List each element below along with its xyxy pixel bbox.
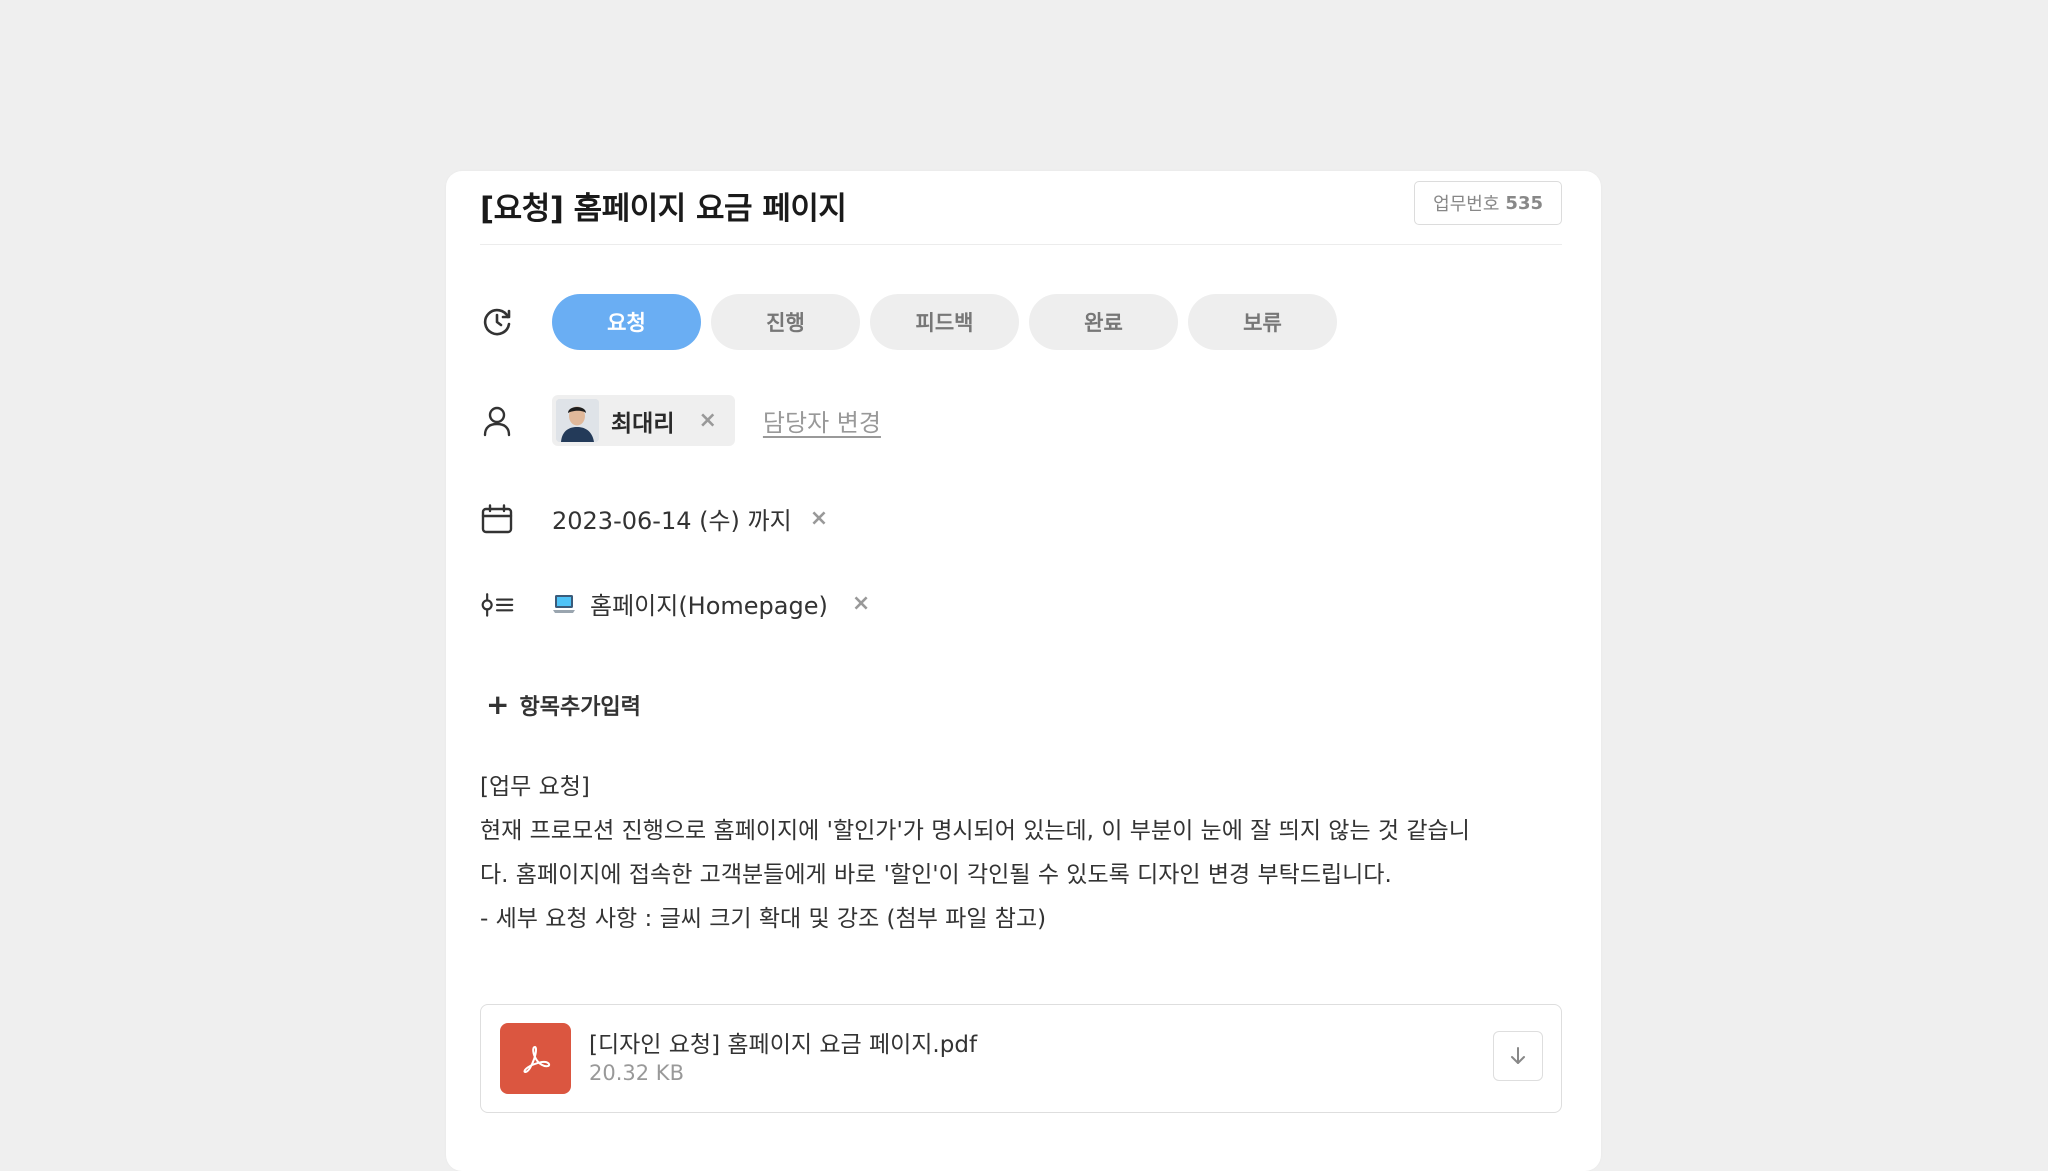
status-option-feedback[interactable]: 피드백 — [870, 294, 1019, 350]
status-option-in-progress[interactable]: 진행 — [711, 294, 860, 350]
pdf-icon — [500, 1023, 571, 1094]
task-title: [요청] 홈페이지 요금 페이지 — [480, 191, 847, 227]
attachment-name[interactable]: [디자인 요청] 홈페이지 요금 페이지.pdf — [589, 1025, 977, 1059]
status-option-request[interactable]: 요청 — [552, 294, 701, 350]
assignee-name: 최대리 — [611, 410, 675, 437]
due-date-text[interactable]: 2023-06-14 (수) 까지 — [552, 501, 792, 536]
remove-assignee-button[interactable]: × — [698, 409, 716, 432]
description-line: 현재 프로모션 진행으로 홈페이지에 '할인가'가 명시되어 있는데, 이 부분… — [480, 818, 1470, 844]
description-line: - 세부 요청 사항 : 글씨 크기 확대 및 강조 (첨부 파일 참고) — [480, 906, 1047, 932]
change-assignee-link[interactable]: 담당자 변경 — [763, 403, 881, 438]
due-date-row: 2023-06-14 (수) 까지 × — [480, 501, 828, 536]
add-field-row: + 항목추가입력 — [486, 688, 641, 721]
task-description[interactable]: [업무 요청] 현재 프로모션 진행으로 홈페이지에 '할인가'가 명시되어 있… — [480, 765, 1570, 941]
attachment-card: [디자인 요청] 홈페이지 요금 페이지.pdf 20.32 KB — [480, 1004, 1562, 1113]
add-field-label: 항목추가입력 — [519, 694, 641, 720]
download-button[interactable] — [1493, 1031, 1543, 1081]
description-line: [업무 요청] — [480, 774, 590, 800]
remove-category-button[interactable]: × — [852, 592, 870, 615]
plus-icon: + — [486, 688, 510, 721]
assignee-chip: 최대리 × — [552, 395, 735, 446]
add-field-button[interactable]: + 항목추가입력 — [486, 688, 641, 721]
assignee-row: 최대리 × 담당자 변경 — [480, 395, 881, 446]
status-option-hold[interactable]: 보류 — [1188, 294, 1337, 350]
status-history-icon — [480, 305, 514, 339]
category-row: 홈페이지(Homepage) × — [480, 586, 870, 621]
description-line: 다. 홈페이지에 접속한 고객분들에게 바로 '할인'이 각인될 수 있도록 디… — [480, 862, 1392, 888]
person-icon — [480, 404, 514, 438]
avatar — [556, 399, 599, 442]
status-option-done[interactable]: 완료 — [1029, 294, 1178, 350]
task-header: [요청] 홈페이지 요금 페이지 업무번호 535 — [480, 171, 1562, 245]
remove-due-date-button[interactable]: × — [810, 507, 828, 530]
category-filter-icon — [480, 587, 514, 621]
laptop-icon — [552, 592, 576, 616]
calendar-icon — [480, 502, 514, 536]
task-number-value: 535 — [1505, 192, 1543, 214]
task-detail-card: [요청] 홈페이지 요금 페이지 업무번호 535 요청 진행 피드백 완료 보… — [446, 171, 1601, 1171]
task-number-badge: 업무번호 535 — [1414, 181, 1562, 225]
category-text[interactable]: 홈페이지(Homepage) — [590, 586, 828, 621]
task-number-label: 업무번호 — [1433, 194, 1500, 215]
status-row: 요청 진행 피드백 완료 보류 — [480, 294, 1347, 350]
attachment-size: 20.32 KB — [589, 1061, 684, 1085]
download-arrow-icon — [1511, 1047, 1525, 1064]
